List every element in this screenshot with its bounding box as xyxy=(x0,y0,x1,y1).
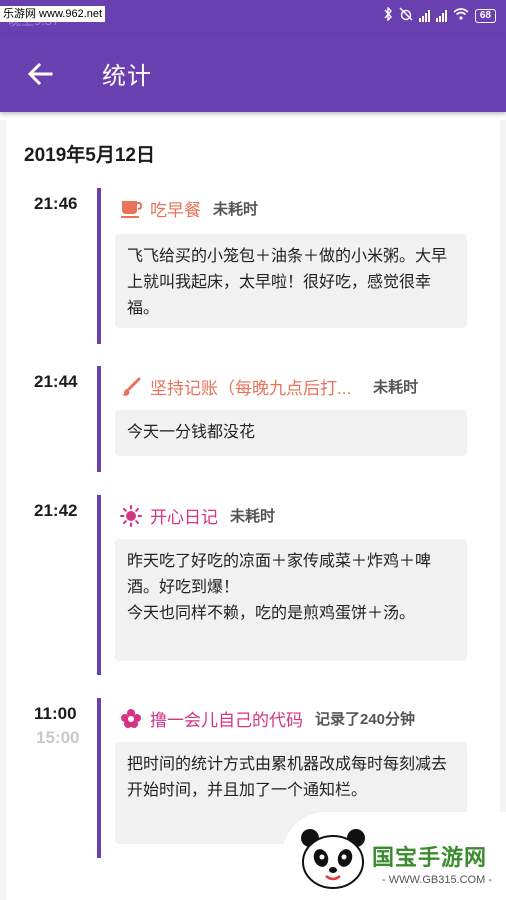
entry-note: 昨天吃了好吃的凉面＋家传咸菜＋炸鸡＋啤酒。好吃到爆！ 今天也同样不赖，吃的是煎鸡… xyxy=(115,539,467,661)
wifi-icon xyxy=(453,8,469,23)
timeline-bar xyxy=(97,495,101,675)
entry-duration: 未耗时 xyxy=(373,379,419,396)
sun-icon xyxy=(120,504,142,527)
timeline-bar xyxy=(97,366,101,472)
entry-note: 今天一分钱都没花 xyxy=(115,410,467,456)
statistics-content: 2019年5月12日 21:46 吃早餐 未耗时 飞飞给买的小笼包＋油条＋做的小… xyxy=(0,120,506,900)
entry-start-time: 11:00 xyxy=(34,704,77,723)
top-watermark: 乐游网 www.962.net xyxy=(0,6,106,22)
coffee-cup-icon xyxy=(120,198,142,220)
signal-1-icon xyxy=(418,9,430,22)
entry-time: 21:46 xyxy=(34,194,78,213)
paintbrush-icon xyxy=(120,376,142,398)
watermark-brand: 国宝手游网 xyxy=(372,845,488,870)
entry-duration: 记录了240分钟 xyxy=(315,711,416,728)
back-button[interactable] xyxy=(20,56,60,92)
entry-activity-name: 开心日记 xyxy=(150,508,218,527)
bluetooth-icon xyxy=(383,6,393,24)
watermark-url: - WWW.GB315.COM - xyxy=(382,874,492,886)
app-bar: 统计 xyxy=(0,34,506,112)
entry-time: 21:42 xyxy=(34,501,78,520)
entry-header: 撸一会儿自己的代码 记录了240分钟 xyxy=(120,706,415,731)
timeline-entry[interactable]: 21:42 开心日记 未耗时 昨天吃了好吃的凉面＋家传咸菜＋炸鸡＋啤酒。好吃到爆… xyxy=(6,495,500,675)
entry-activity-name: 吃早餐 xyxy=(150,201,201,220)
arrow-left-icon xyxy=(27,62,53,86)
entry-end-time: 15:00 xyxy=(36,728,80,747)
entry-header: 吃早餐 未耗时 xyxy=(120,196,258,221)
date-heading: 2019年5月12日 xyxy=(24,145,155,166)
entry-time: 21:44 xyxy=(34,372,78,391)
entry-header: 开心日记 未耗时 xyxy=(120,503,275,528)
entry-activity-name: 坚持记账（每晚九点后打... xyxy=(150,379,352,398)
timeline-bar xyxy=(97,698,101,858)
timeline-entry[interactable]: 21:46 吃早餐 未耗时 飞飞给买的小笼包＋油条＋做的小米粥。大早上就叫我起床… xyxy=(6,188,500,344)
flower-icon xyxy=(120,708,142,730)
signal-2-icon xyxy=(435,9,447,22)
battery-indicator: 68 xyxy=(474,8,496,23)
status-icons: 68 xyxy=(383,6,496,24)
panda-logo-icon xyxy=(298,826,368,890)
status-bar: 晚上9:57 乐游网 www.962.net 68 xyxy=(0,0,506,34)
entry-activity-name: 撸一会儿自己的代码 xyxy=(150,711,303,730)
page-title: 统计 xyxy=(102,63,152,90)
alarm-off-icon xyxy=(399,7,413,24)
entry-duration: 未耗时 xyxy=(230,508,276,525)
entry-header: 坚持记账（每晚九点后打... 未耗时 xyxy=(120,374,418,399)
entry-note: 飞飞给买的小笼包＋油条＋做的小米粥。大早上就叫我起床，太早啦！很好吃，感觉很幸福… xyxy=(115,234,467,328)
timeline-entry[interactable]: 21:44 坚持记账（每晚九点后打... 未耗时 今天一分钱都没花 xyxy=(6,366,500,472)
entry-duration: 未耗时 xyxy=(213,201,259,218)
timeline-bar xyxy=(97,188,101,344)
